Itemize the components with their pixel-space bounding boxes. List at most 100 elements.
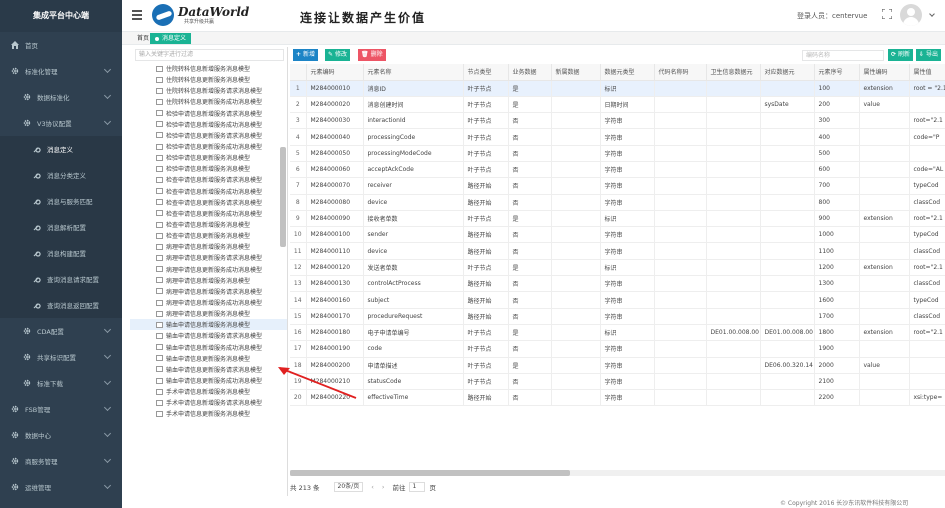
sidebar-item-1[interactable]: 标准化管理 [0,58,122,84]
tree-node[interactable]: 病理申请信息新增服务成功消息模型 [130,297,287,308]
table-row[interactable]: 6 M284000060 acceptAckCode 叶子节点否 字符串 600 code=… [290,161,945,179]
tree-node[interactable]: 病理申请信息新增服务请求消息模型 [130,286,287,297]
column-header[interactable]: 卫生信息数据元 [706,64,761,81]
table-row[interactable]: 2 M284000020 消息创建时间 叶子节点是 日期时间 sysDate 200 valu… [290,96,945,114]
tree-node[interactable]: 住院转科信息新增服务消息模型 [130,63,287,74]
tree-scrollbar[interactable] [280,147,286,247]
edit-button[interactable]: ✎ 修改 [325,49,351,61]
table-row[interactable]: 4 M284000040 processingCode 叶子节点否 字符串 400 code… [290,128,945,146]
column-header[interactable]: 属性值 [909,64,945,81]
tree-node[interactable]: 检查申请信息新增服务请求消息模型 [130,174,287,185]
column-header[interactable]: 元素名称 [363,64,464,81]
tree-node[interactable]: 手术申请信息新增服务请求消息模型 [130,397,287,408]
sidebar-item-10[interactable]: 查询消息返回配置 [0,292,122,318]
column-header[interactable]: 数据元类型 [600,64,655,81]
column-header[interactable]: 代码名称码 [654,64,707,81]
avatar[interactable] [900,4,922,26]
table-row[interactable]: 12 M284000120 发送者单数 叶子节点是 标识 1200 extension roo… [290,259,945,277]
menu-toggle-icon[interactable] [132,10,142,22]
sidebar-item-11[interactable]: CDA配置 [0,318,122,344]
tree-node[interactable]: 手术申请信息更新服务消息模型 [130,408,287,419]
sidebar-item-2[interactable]: 数据标准化 [0,84,122,110]
table-row[interactable]: 19 M284000210 statusCode 叶子节点否字符串 2100 [290,373,945,391]
tree-node[interactable]: 输血申请信息新增服务成功消息模型 [130,342,287,353]
sidebar-item-15[interactable]: 数据中心 [0,422,122,448]
tree-node[interactable]: 住院转科信息更新服务成功消息模型 [130,96,287,107]
table-row[interactable]: 14 M284000160 subject 路径开始否 字符串 1600 typeCod [290,291,945,309]
table-row[interactable]: 11 M284000110 device 路径开始否 字符串 1100 classCod [290,242,945,260]
sidebar-item-12[interactable]: 共享标识配置 [0,344,122,370]
table-hscrollbar[interactable] [290,470,945,476]
sidebar-item-3[interactable]: V3协议配置 [0,110,122,136]
sidebar-item-5[interactable]: 消息分类定义 [0,162,122,188]
column-header[interactable] [290,64,307,81]
table-row[interactable]: 5 M284000050 processingModeCode 叶子节点否 字符串 500 [290,145,945,162]
tree-node[interactable]: 住院转科信息更新服务消息模型 [130,74,287,85]
tree-node[interactable]: 手术申请信息新增服务消息模型 [130,386,287,397]
table-row[interactable]: 16 M284000180 电子申请单编号 叶子节点是 标识 DE01.00.008.00… [290,324,945,342]
tree-node[interactable]: 输血申请信息更新服务成功消息模型 [130,375,287,386]
export-button[interactable]: ⇩ 导出 [916,49,942,61]
tree-node[interactable]: 检验申请信息新增服务请求消息模型 [130,108,287,119]
table-row[interactable]: 1 M284000010 消息ID 叶子节点是 标识 100 extension root =… [290,80,945,97]
column-header[interactable]: 元素序号 [814,64,860,81]
sidebar-item-17[interactable]: 运维管理 [0,474,122,500]
sidebar-item-16[interactable]: 商服务管理 [0,448,122,474]
tree-node[interactable]: 检验申请信息更新服务请求消息模型 [130,130,287,141]
filter-input[interactable]: 编码名称 [802,50,884,61]
table-row[interactable]: 17 M284000190 code 叶子节点否 字符串 1900 [290,340,945,358]
column-header[interactable]: 元素编码 [306,64,364,81]
sidebar-item-8[interactable]: 消息构建配置 [0,240,122,266]
table-row[interactable]: 10 M284000100 sender 路径开始否 字符串 1000 typeCod [290,226,945,244]
tree-node[interactable]: 检查申请信息更新服务消息模型 [130,230,287,241]
tree-node[interactable]: 输血申请信息更新服务消息模型 [130,353,287,364]
tree-node[interactable]: 病理申请信息更新服务成功消息模型 [130,264,287,275]
sidebar-item-13[interactable]: 标准下载 [0,370,122,396]
sidebar-item-18[interactable]: 其它管理 [0,500,122,508]
sidebar-item-6[interactable]: 消息与服务匹配 [0,188,122,214]
tree-node[interactable]: 检验申请信息新增服务消息模型 [130,163,287,174]
tree-node[interactable]: 住院转科信息新增服务请求消息模型 [130,85,287,96]
tree-node[interactable]: 检验申请信息新增服务成功消息模型 [130,119,287,130]
delete-button[interactable]: 🗑 删除 [358,49,386,61]
tree-node[interactable]: 检查申请信息更新服务请求消息模型 [130,197,287,208]
tree-node[interactable]: 输血申请信息更新服务请求消息模型 [130,364,287,375]
table-row[interactable]: 13 M284000130 controlActProcess 路径开始否 字符串 130… [290,275,945,293]
tree-node[interactable]: 检查申请信息新增服务成功消息模型 [130,186,287,197]
column-header[interactable]: 对应数据元 [760,64,815,81]
sidebar-item-4[interactable]: 消息定义 [0,136,122,162]
table-row[interactable]: 7 M284000070 receiver 路径开始否 字符串 700 typeCod [290,177,945,195]
sidebar-item-7[interactable]: 消息解析配置 [0,214,122,240]
table-row[interactable]: 15 M284000170 procedureRequest 路径开始否 字符串 1700… [290,308,945,325]
column-header[interactable]: 节点类型 [463,64,509,81]
tree-node[interactable]: 输血申请信息新增服务请求消息模型 [130,330,287,341]
table-row[interactable]: 8 M284000080 device 路径开始否 字符串 800 classCod [290,194,945,211]
tree-node[interactable]: 病理申请信息新增服务消息模型 [130,275,287,286]
tab-message-definition[interactable]: 消息定义 [150,33,192,44]
next-page-icon[interactable]: › [382,483,385,491]
hscroll-thumb[interactable] [290,470,570,476]
tree-node[interactable]: 病理申请信息更新服务请求消息模型 [130,252,287,263]
chevron-down-icon[interactable] [929,11,935,17]
sidebar-item-0[interactable]: 首页 [0,32,122,58]
prev-page-icon[interactable]: ‹ [371,483,374,491]
tree-node[interactable]: 检查申请信息更新服务成功消息模型 [130,208,287,219]
column-header[interactable]: 业务数据 [508,64,552,81]
tree-search-input[interactable]: 输入关键字进行过滤 [135,49,284,61]
tree-node[interactable]: 检查申请信息新增服务消息模型 [130,219,287,230]
tree-node[interactable]: 检验申请信息更新服务成功消息模型 [130,141,287,152]
sidebar-item-14[interactable]: FSB管理 [0,396,122,422]
table-row[interactable]: 20 M284000220 effectiveTime 路径开始否字符串 2200 xsi… [290,389,945,407]
column-header[interactable]: 新属数据 [551,64,601,81]
sidebar-item-9[interactable]: 查询消息请求配置 [0,266,122,292]
tree-node[interactable]: 检验申请信息更新服务消息模型 [130,152,287,163]
tree-node[interactable]: 病理申请信息更新服务消息模型 [130,308,287,319]
column-header[interactable]: 属性编码 [859,64,910,81]
page-input[interactable]: 1 [409,482,426,492]
table-row[interactable]: 9 M284000090 接收者单数 叶子节点是 标识 900 extension root=… [290,210,945,228]
table-row[interactable]: 3 M284000030 interactionId 叶子节点否 字符串 300 root=… [290,112,945,130]
tree-node[interactable]: 病理申请信息新增服务消息模型 [130,241,287,252]
page-size-select[interactable]: 20条/页 [333,482,364,492]
table-row[interactable]: 18 M284000200 申请单描述 叶子节点是字符串 DE06.00.320.14 2… [290,357,945,374]
tree-node[interactable]: 输血申请信息新增服务消息模型 [130,319,287,331]
